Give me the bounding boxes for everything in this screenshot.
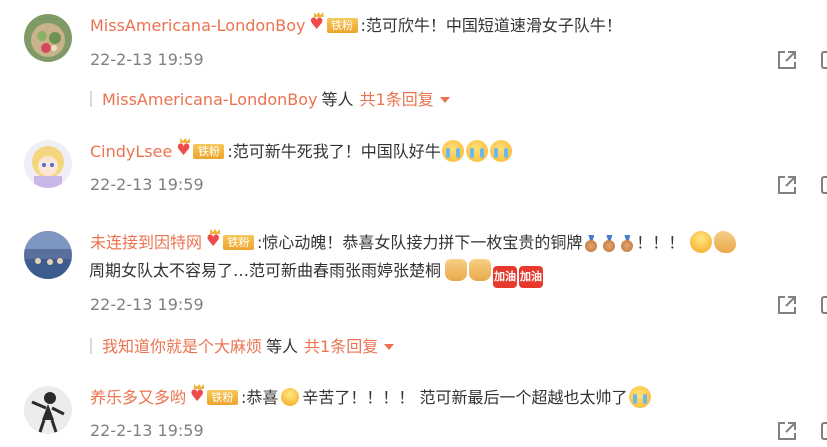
reply-etc: 等人	[321, 90, 354, 109]
crying-emoji-icon	[489, 140, 512, 162]
comment-text: 辛苦了！！！！ 范可新最后一个超越也太帅了	[302, 388, 628, 407]
badge-label: 铁粉	[223, 235, 255, 250]
share-icon[interactable]	[776, 174, 798, 196]
iron-fan-badge: ♥ 铁粉	[190, 384, 240, 406]
thumbs-up-icon	[445, 259, 468, 281]
badge-label: 铁粉	[326, 18, 358, 33]
username-link[interactable]: CindyLsee	[90, 142, 172, 161]
heart-icon: ♥	[309, 14, 324, 33]
reply-username[interactable]: MissAmericana-LondonBoy	[102, 90, 318, 109]
avatar[interactable]	[24, 386, 72, 434]
comment-text-line-2: 周期女队太不容易了…范可新曲春雨张雨婷张楚桐 加油 加油	[89, 259, 544, 288]
comment-text: ！！！	[636, 233, 685, 252]
share-icon[interactable]	[776, 294, 798, 316]
comment-text-line: 未连接到因特网 ♥ 铁粉:惊心动魄！恭喜女队接力拼下一枚宝贵的铜牌 ！！！	[90, 229, 737, 255]
shocked-emoji-icon	[281, 388, 300, 406]
reply-summary[interactable]: MissAmericana-LondonBoy 等人 共1条回复	[90, 88, 450, 112]
crying-emoji-icon	[465, 140, 488, 162]
badge-label: 铁粉	[193, 144, 225, 159]
crying-emoji-icon	[441, 140, 464, 162]
avatar[interactable]	[24, 231, 72, 279]
comment-text: :恭喜	[241, 388, 279, 407]
cheer-sticker-icon: 加油	[493, 266, 518, 288]
heart-icon: ♥	[206, 231, 221, 250]
reply-summary[interactable]: 我知道你就是个大麻烦 等人 共1条回复	[90, 335, 395, 359]
badge-label: 铁粉	[207, 390, 239, 405]
comment-text: 周期女队太不容易了…范可新曲春雨张雨婷张楚桐	[89, 261, 442, 280]
like-icon-partial[interactable]	[821, 296, 827, 314]
reply-count-link[interactable]: 共1条回复	[360, 90, 434, 109]
comment-text-line: 养乐多又多哟 ♥ 铁粉:恭喜 辛苦了！！！！ 范可新最后一个超越也太帅了	[90, 384, 652, 410]
bronze-medal-icon	[585, 235, 598, 252]
username-link[interactable]: MissAmericana-LondonBoy	[90, 16, 306, 35]
cheer-sticker-icon: 加油	[519, 266, 544, 288]
username-link[interactable]: 养乐多又多哟	[90, 388, 186, 407]
reply-divider	[90, 338, 92, 354]
flexed-biceps-icon	[714, 231, 737, 253]
shocked-emoji-icon	[690, 231, 713, 253]
like-icon-partial[interactable]	[821, 51, 827, 69]
comment-text: :范可新牛死我了！中国队好牛	[227, 142, 441, 161]
heart-icon: ♥	[176, 140, 191, 159]
iron-fan-badge: ♥ 铁粉	[176, 138, 226, 160]
comment-text: :惊心动魄！恭喜女队接力拼下一枚宝贵的铜牌	[257, 233, 583, 252]
reply-username[interactable]: 我知道你就是个大麻烦	[102, 337, 262, 356]
comment-time: 22-2-13 19:59	[90, 175, 204, 194]
avatar[interactable]	[24, 14, 72, 62]
share-icon[interactable]	[776, 420, 798, 442]
iron-fan-badge: ♥ 铁粉	[206, 229, 256, 251]
comment-time: 22-2-13 19:59	[90, 50, 204, 69]
chevron-down-icon[interactable]	[439, 97, 450, 103]
comment-text-line: MissAmericana-LondonBoy ♥ 铁粉:范可欣牛！中国短道速滑女子…	[90, 12, 622, 38]
comment-text-line: CindyLsee ♥ 铁粉:范可新牛死我了！中国队好牛	[90, 138, 513, 164]
thumbs-up-icon	[469, 259, 492, 281]
comment-time: 22-2-13 19:59	[90, 295, 204, 314]
comment-text: :范可欣牛！中国短道速滑女子队牛！	[360, 16, 622, 35]
like-icon-partial[interactable]	[821, 422, 827, 440]
comment-time: 22-2-13 19:59	[90, 421, 204, 440]
chevron-down-icon[interactable]	[384, 344, 395, 350]
username-link[interactable]: 未连接到因特网	[90, 233, 202, 252]
avatar[interactable]	[24, 140, 72, 188]
reply-count-link[interactable]: 共1条回复	[304, 337, 378, 356]
iron-fan-badge: ♥ 铁粉	[309, 12, 360, 34]
heart-icon: ♥	[190, 386, 205, 405]
bronze-medal-icon	[603, 235, 616, 252]
bronze-medal-icon	[621, 235, 634, 252]
reply-etc: 等人	[266, 337, 299, 356]
crying-emoji-icon	[628, 386, 651, 408]
like-icon-partial[interactable]	[821, 176, 827, 194]
reply-divider	[90, 91, 92, 107]
share-icon[interactable]	[776, 49, 798, 71]
